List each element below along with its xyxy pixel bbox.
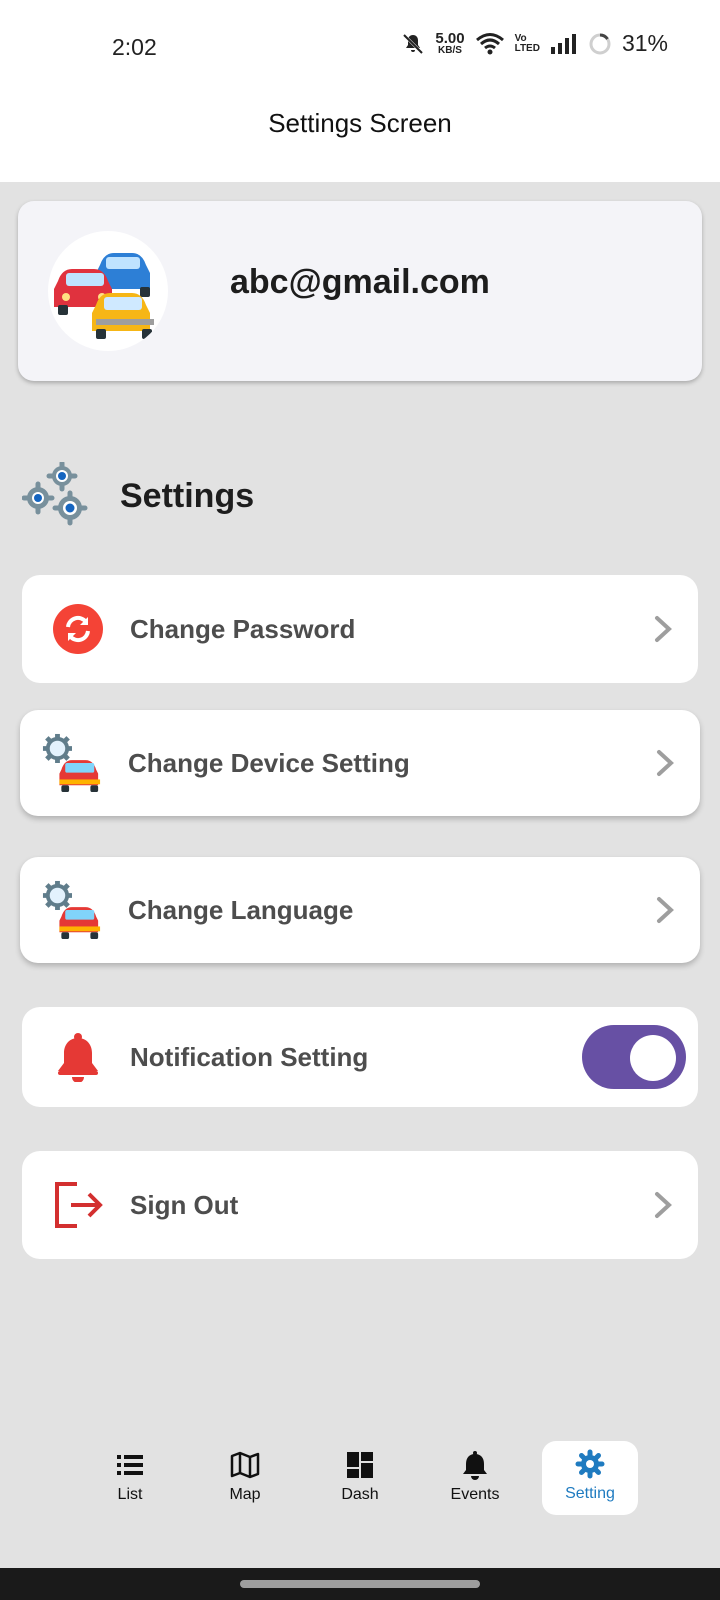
sign-out-icon [48,1175,108,1235]
nav-list-label: List [117,1486,143,1503]
nav-dash-label: Dash [341,1486,379,1503]
car-gear-icon [42,880,102,940]
notification-toggle[interactable] [582,1025,686,1089]
nav-events[interactable]: Events [427,1442,523,1514]
toggle-knob [630,1035,676,1081]
page-title: Settings Screen [268,108,452,138]
notification-setting-row: Notification Setting [22,1007,698,1107]
change-device-setting-label: Change Device Setting [128,747,410,778]
chevron-right-icon [657,750,674,776]
volte-indicator: Vo LTED [514,32,540,54]
network-speed: 5.00 KB/S [435,30,465,56]
gear-icon [575,1449,605,1479]
cars-logo-icon [54,253,154,339]
chevron-right-icon [655,616,672,642]
bottom-nav: List Map Dash Events Setting [0,1428,720,1548]
status-time: 2:02 [112,34,157,60]
nav-setting[interactable]: Setting [542,1441,638,1515]
gears-icon [22,462,88,526]
dashboard-icon [347,1452,373,1478]
battery-icon [589,32,611,54]
battery-percent: 31% [621,30,668,56]
chevron-right-icon [655,1192,672,1218]
nav-dash[interactable]: Dash [312,1442,408,1514]
home-indicator[interactable] [240,1580,480,1588]
bell-icon [463,1451,487,1480]
map-icon [230,1451,260,1479]
profile-email: abc@gmail.com [230,263,490,301]
settings-heading: Settings [22,462,254,530]
nav-map[interactable]: Map [197,1442,293,1514]
change-language-row[interactable]: Change Language [20,857,700,963]
chevron-right-icon [657,897,674,923]
notification-setting-label: Notification Setting [130,1041,369,1072]
sign-out-row[interactable]: Sign Out [22,1151,698,1259]
sign-out-label: Sign Out [130,1189,239,1220]
status-bar: 2:02 5.00 KB/S Vo LTED 31% [0,0,720,96]
settings-heading-label: Settings [120,476,255,515]
nav-list[interactable]: List [82,1442,178,1514]
mute-notification-icon [403,33,424,54]
top-bar: 2:02 5.00 KB/S Vo LTED 31% Settings Scre… [0,0,720,182]
wifi-icon [475,32,504,54]
gesture-bar [0,1568,720,1600]
profile-card: abc@gmail.com [18,201,702,381]
avatar [48,231,168,351]
nav-events-label: Events [450,1486,500,1503]
bell-icon [48,1027,108,1087]
change-language-label: Change Language [128,894,354,925]
refresh-icon [48,599,108,659]
nav-setting-label: Setting [565,1485,615,1502]
list-icon [117,1455,143,1475]
status-icons: 5.00 KB/S Vo LTED 31% [401,30,668,57]
car-gear-icon [42,733,102,793]
change-password-label: Change Password [130,613,356,644]
change-password-row[interactable]: Change Password [22,575,698,683]
nav-map-label: Map [229,1486,261,1503]
signal-icon [550,33,576,54]
change-device-setting-row[interactable]: Change Device Setting [20,710,700,816]
